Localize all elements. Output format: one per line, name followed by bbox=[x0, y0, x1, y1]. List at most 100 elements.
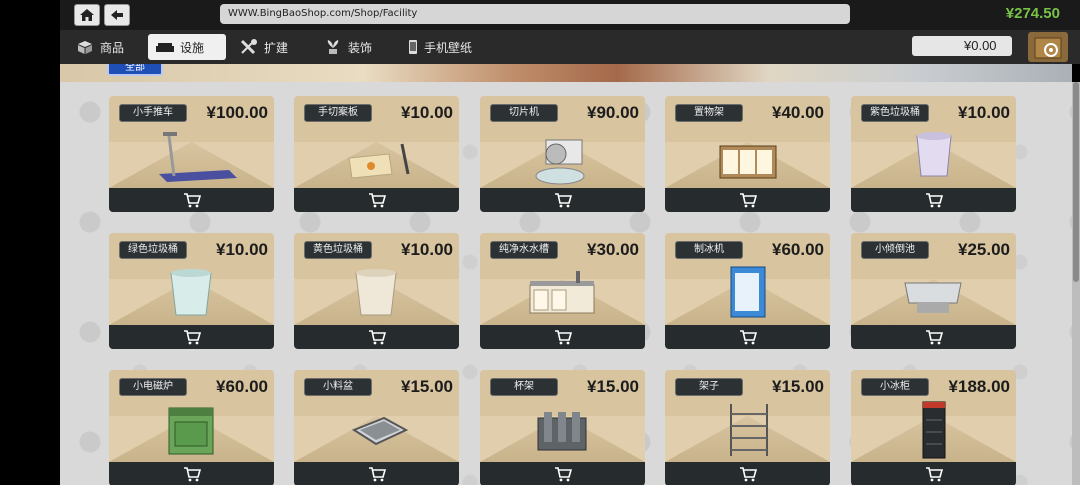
product-name: 手切案板 bbox=[304, 104, 372, 122]
hand-truck-icon bbox=[159, 132, 237, 182]
product-card-storage-cabinet[interactable]: 置物架 ¥40.00 bbox=[665, 96, 830, 212]
tab-label: 扩建 bbox=[264, 40, 289, 55]
cart-icon bbox=[739, 193, 757, 208]
cart-icon bbox=[183, 330, 201, 345]
buy-button[interactable] bbox=[480, 462, 645, 485]
cart-icon bbox=[925, 193, 943, 208]
product-price: ¥60.00 bbox=[772, 240, 824, 259]
product-card-hand-truck[interactable]: 小手推车 ¥100.00 bbox=[109, 96, 274, 212]
product-name: 纯净水水槽 bbox=[490, 241, 558, 259]
tab-phone-wallpaper[interactable]: 手机壁纸 bbox=[400, 34, 480, 60]
product-name: 架子 bbox=[675, 378, 743, 396]
address-bar[interactable]: WWW.BingBaoShop.com/Shop/Facility bbox=[220, 4, 850, 24]
product-name: 小电磁炉 bbox=[119, 378, 187, 396]
scrollbar-thumb[interactable] bbox=[1073, 82, 1079, 282]
product-name: 小手推车 bbox=[119, 104, 187, 122]
product-name: 置物架 bbox=[675, 104, 743, 122]
product-price: ¥90.00 bbox=[587, 103, 639, 122]
home-button[interactable] bbox=[74, 4, 100, 26]
product-price: ¥10.00 bbox=[401, 103, 453, 122]
cart-total: ¥0.00 bbox=[912, 36, 1012, 56]
buy-button[interactable] bbox=[665, 325, 830, 349]
tab-goods[interactable]: 商品 bbox=[68, 34, 132, 60]
product-card-cup-rack[interactable]: 杯架 ¥15.00 bbox=[480, 370, 645, 485]
shelf-icon bbox=[730, 404, 768, 456]
product-card-small-sink[interactable]: 小倾倒池 ¥25.00 bbox=[851, 233, 1016, 349]
buy-button[interactable] bbox=[851, 325, 1016, 349]
back-arrow-icon bbox=[111, 10, 123, 20]
product-card-shelf[interactable]: 架子 ¥15.00 bbox=[665, 370, 830, 485]
product-card-slicer[interactable]: 切片机 ¥90.00 bbox=[480, 96, 645, 212]
filter-all-button[interactable]: 全部 bbox=[107, 64, 163, 76]
buy-button[interactable] bbox=[480, 325, 645, 349]
fridge-icon bbox=[922, 401, 946, 459]
product-name: 制冰机 bbox=[675, 241, 743, 259]
cart-icon bbox=[925, 467, 943, 482]
store-scene-preview: 全部 bbox=[60, 64, 1072, 82]
product-name: 切片机 bbox=[490, 104, 558, 122]
product-price: ¥25.00 bbox=[958, 240, 1010, 259]
product-price: ¥15.00 bbox=[772, 377, 824, 396]
buy-button[interactable] bbox=[109, 188, 274, 212]
tab-label: 商品 bbox=[100, 40, 125, 55]
sofa-icon bbox=[156, 43, 174, 52]
buy-button[interactable] bbox=[665, 188, 830, 212]
product-price: ¥10.00 bbox=[216, 240, 268, 259]
product-card-green-bin[interactable]: 绿色垃圾桶 ¥10.00 bbox=[109, 233, 274, 349]
product-name: 紫色垃圾桶 bbox=[861, 104, 929, 122]
back-button[interactable] bbox=[104, 4, 130, 26]
product-grid: 小手推车 ¥100.00 手切案板 ¥10.00 切片机 ¥90.00 置物架 … bbox=[60, 82, 1072, 485]
purple-bin-icon bbox=[916, 132, 952, 177]
cart-icon bbox=[554, 193, 572, 208]
product-card-induction-stove[interactable]: 小电磁炉 ¥60.00 bbox=[109, 370, 274, 485]
cart-icon bbox=[368, 467, 386, 482]
cart-button[interactable] bbox=[1028, 32, 1068, 62]
product-price: ¥30.00 bbox=[587, 240, 639, 259]
product-card-ingredient-tray[interactable]: 小料盆 ¥15.00 bbox=[294, 370, 459, 485]
cart-icon bbox=[739, 467, 757, 482]
product-card-ice-machine[interactable]: 制冰机 ¥60.00 bbox=[665, 233, 830, 349]
slicer-icon bbox=[535, 139, 585, 185]
buy-button[interactable] bbox=[851, 462, 1016, 485]
tab-label: 装饰 bbox=[348, 40, 373, 55]
product-price: ¥188.00 bbox=[948, 377, 1010, 396]
product-name: 小倾倒池 bbox=[861, 241, 929, 259]
tab-expand[interactable]: 扩建 bbox=[232, 34, 296, 60]
product-price: ¥10.00 bbox=[401, 240, 453, 259]
product-card-yellow-bin[interactable]: 黄色垃圾桶 ¥10.00 bbox=[294, 233, 459, 349]
tab-label: 手机壁纸 bbox=[424, 40, 473, 55]
product-price: ¥100.00 bbox=[206, 103, 268, 122]
cart-icon bbox=[183, 193, 201, 208]
buy-button[interactable] bbox=[109, 325, 274, 349]
product-price: ¥15.00 bbox=[587, 377, 639, 396]
buy-button[interactable] bbox=[851, 188, 1016, 212]
product-price: ¥60.00 bbox=[216, 377, 268, 396]
storage-cabinet-icon bbox=[719, 145, 777, 179]
category-tab-bar: 商品 设施 扩建 装饰 手机壁纸 ¥0.00 bbox=[60, 30, 1080, 64]
ingredient-tray-icon bbox=[351, 416, 409, 446]
induction-stove-icon bbox=[168, 407, 214, 455]
product-name: 杯架 bbox=[490, 378, 558, 396]
buy-button[interactable] bbox=[480, 188, 645, 212]
buy-button[interactable] bbox=[665, 462, 830, 485]
product-name: 小料盆 bbox=[304, 378, 372, 396]
balance-display: ¥274.50 bbox=[1005, 5, 1060, 22]
buy-button[interactable] bbox=[294, 325, 459, 349]
product-name: 黄色垃圾桶 bbox=[304, 241, 372, 259]
product-price: ¥10.00 bbox=[958, 103, 1010, 122]
buy-button[interactable] bbox=[294, 188, 459, 212]
product-card-water-sink[interactable]: 纯净水水槽 ¥30.00 bbox=[480, 233, 645, 349]
cutting-board-icon bbox=[348, 143, 410, 179]
cart-icon bbox=[925, 330, 943, 345]
cart-icon bbox=[368, 330, 386, 345]
product-card-purple-bin[interactable]: 紫色垃圾桶 ¥10.00 bbox=[851, 96, 1016, 212]
scrollbar[interactable] bbox=[1072, 82, 1080, 485]
phone-icon bbox=[409, 40, 417, 54]
product-card-fridge[interactable]: 小冰柜 ¥188.00 bbox=[851, 370, 1016, 485]
tab-decor[interactable]: 装饰 bbox=[316, 34, 380, 60]
product-name: 绿色垃圾桶 bbox=[119, 241, 187, 259]
product-card-cutting-board[interactable]: 手切案板 ¥10.00 bbox=[294, 96, 459, 212]
tab-facility[interactable]: 设施 bbox=[148, 34, 226, 60]
buy-button[interactable] bbox=[294, 462, 459, 485]
buy-button[interactable] bbox=[109, 462, 274, 485]
